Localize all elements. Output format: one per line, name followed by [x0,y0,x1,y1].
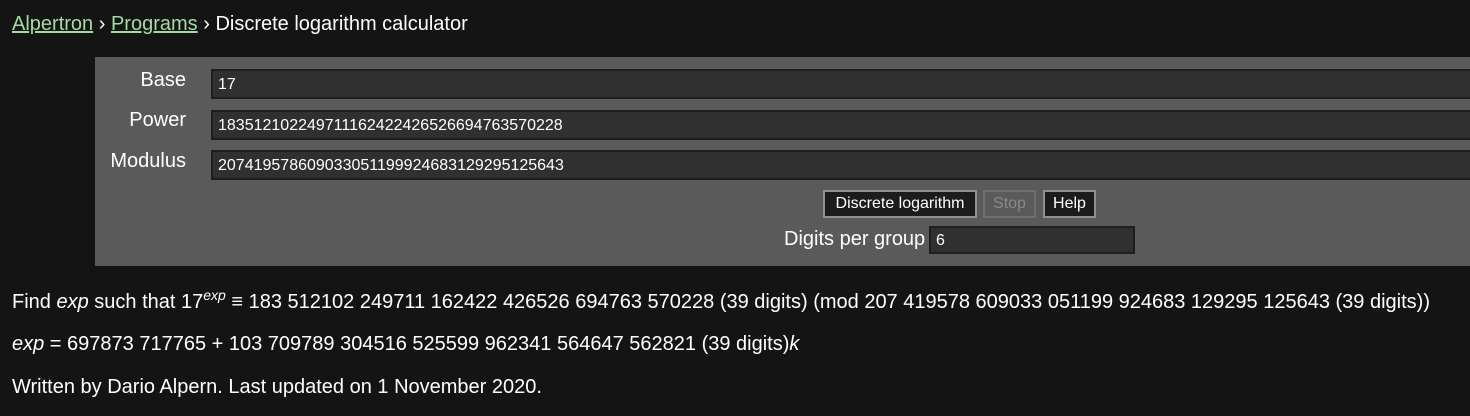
result-exp-variable: exp [56,291,89,313]
power-label: Power [129,109,186,131]
power-input[interactable]: 183512102249711162422426526694763570228 [211,110,1470,140]
breadcrumb-link-programs[interactable]: Programs [111,13,198,35]
footer-text: Written by Dario Alpern. Last updated on… [12,376,542,398]
breadcrumb-separator: › [203,13,210,35]
breadcrumb: Alpertron › Programs › Discrete logarith… [12,12,468,36]
help-button[interactable]: Help [1043,190,1096,218]
base-label: Base [140,69,186,91]
result-find-middle: such that 17 [88,291,204,313]
breadcrumb-current-page: Discrete logarithm calculator [215,13,468,35]
digits-per-group-input[interactable]: 6 [929,226,1135,254]
solution-text: = 697873 717765 + 103 709789 304516 5255… [44,333,790,355]
result-equation: Find exp such that 17exp ≡ 183 512102 24… [12,287,1430,314]
base-input[interactable]: 17 [211,69,1470,99]
modulus-label: Modulus [110,150,186,172]
solution-k-variable: k [789,333,800,355]
calculator-panel: Base 17 Power 18351210224971116242242652… [95,57,1470,266]
stop-button[interactable]: Stop [983,190,1036,218]
result-solution: exp = 697873 717765 + 103 709789 304516 … [12,332,799,356]
discrete-logarithm-button[interactable]: Discrete logarithm [823,190,977,218]
breadcrumb-separator: › [98,13,106,35]
result-find-rest: ≡ 183 512102 249711 162422 426526 694763… [225,291,1430,313]
result-exponent: exp [203,287,226,303]
modulus-input[interactable]: 207419578609033051199924683129295125643 [211,150,1470,180]
result-find-prefix: Find [12,291,57,313]
digits-per-group-label: Digits per group [784,228,926,250]
breadcrumb-link-alpertron[interactable]: Alpertron [12,13,93,35]
solution-exp-variable: exp [12,333,45,355]
